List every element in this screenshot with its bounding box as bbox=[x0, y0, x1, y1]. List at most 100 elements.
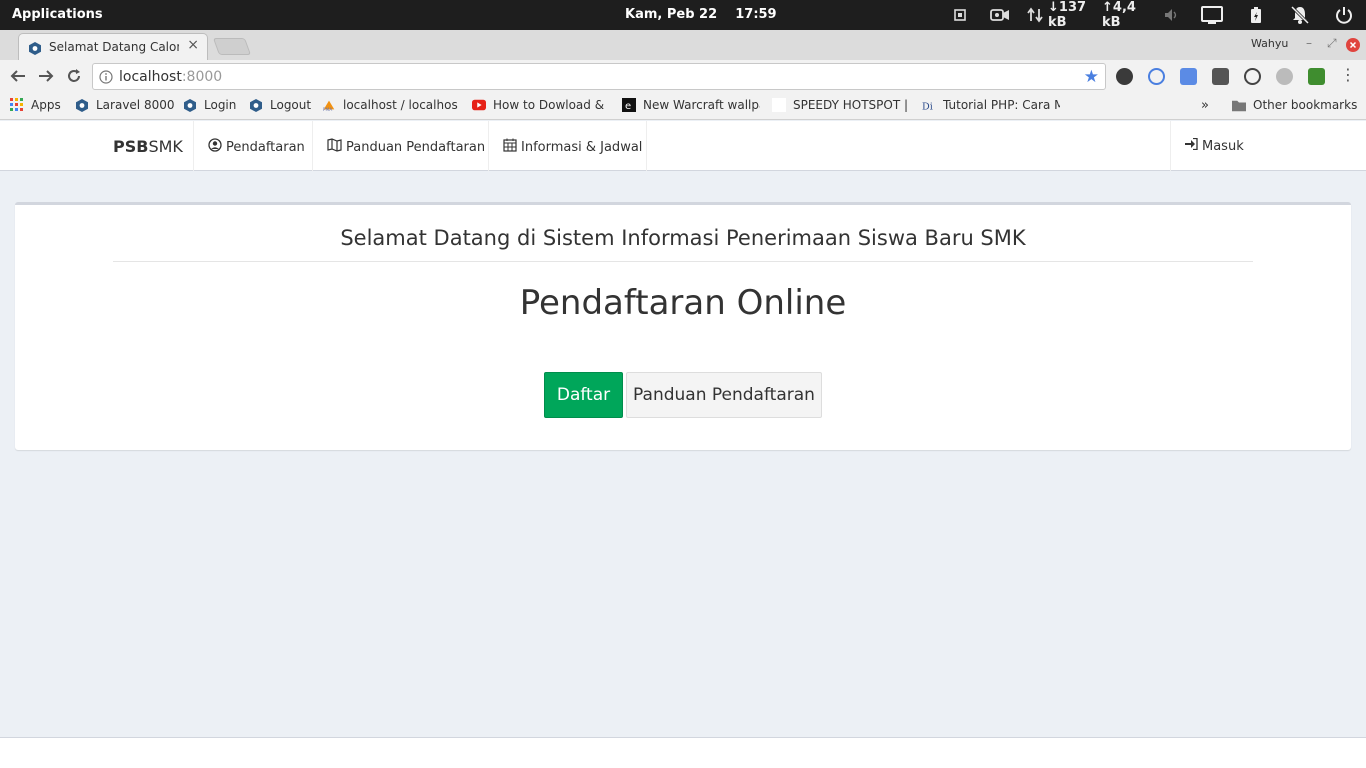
app-navbar: PSBSMK Pendaftaran Panduan Pendaftaran I… bbox=[0, 121, 1366, 171]
folder-icon bbox=[1232, 98, 1246, 112]
nav-divider bbox=[312, 121, 313, 171]
nav-divider bbox=[488, 121, 489, 171]
bookmark-label: Login bbox=[204, 98, 237, 112]
svg-text:PMA: PMA bbox=[323, 107, 332, 112]
extension-refresh-icon[interactable] bbox=[1244, 68, 1261, 85]
divider bbox=[113, 261, 1253, 262]
nav-item-label: Pendaftaran bbox=[226, 139, 305, 155]
notifications-off-icon[interactable] bbox=[1278, 0, 1322, 30]
net-up-rate: ↑4,4 kB bbox=[1102, 0, 1136, 30]
youtube-icon bbox=[472, 98, 486, 112]
bookmark-logout[interactable]: Logout bbox=[249, 98, 315, 112]
browser-toolbar: localhost:8000 ★ ⋮ bbox=[0, 60, 1366, 93]
sign-in-icon bbox=[1185, 137, 1198, 154]
brand-rest: SMK bbox=[148, 137, 183, 156]
network-updown-icon[interactable] bbox=[1022, 0, 1048, 30]
browser-tab-active[interactable]: Selamat Datang Calon S × bbox=[18, 33, 208, 60]
cpu-icon[interactable] bbox=[942, 0, 978, 30]
bookmark-label: Tutorial PHP: Cara M bbox=[943, 98, 1060, 112]
brand-logo[interactable]: PSBSMK bbox=[113, 137, 183, 156]
bookmark-label: New Warcraft wallpa bbox=[643, 98, 760, 112]
bookmark-speedy[interactable]: SPEEDY HOTSPOT | bbox=[772, 98, 910, 112]
map-icon bbox=[327, 138, 342, 156]
nav-divider bbox=[646, 121, 647, 171]
forward-arrow-icon[interactable] bbox=[36, 66, 56, 86]
back-arrow-icon[interactable] bbox=[8, 66, 28, 86]
bookmark-laravel-8000[interactable]: Laravel 8000 bbox=[75, 98, 175, 112]
apps-grid-icon bbox=[10, 98, 24, 112]
applications-menu[interactable]: Applications bbox=[12, 7, 103, 22]
bookmark-label: Laravel 8000 bbox=[96, 98, 175, 112]
e-icon: e bbox=[622, 98, 636, 112]
page-title: Pendaftaran Online bbox=[519, 283, 847, 323]
bookmark-login[interactable]: Login bbox=[183, 98, 243, 112]
bookmark-youtube[interactable]: How to Dowload & In bbox=[472, 98, 608, 112]
page-footer bbox=[0, 737, 1366, 768]
laravel-favicon-icon bbox=[29, 40, 41, 59]
extension-green-icon[interactable] bbox=[1308, 68, 1325, 85]
bookmark-tutorial-php[interactable]: Di Tutorial PHP: Cara M bbox=[922, 98, 1060, 112]
url-port: :8000 bbox=[181, 69, 223, 85]
daftar-button[interactable]: Daftar bbox=[544, 372, 623, 418]
laravel-icon bbox=[75, 98, 89, 112]
os-top-bar: Applications Kam, Peb 22 17:59 ↓137 kB ↑… bbox=[0, 0, 1366, 30]
bookmark-star-icon[interactable]: ★ bbox=[1084, 67, 1099, 87]
maximize-icon[interactable]: ⤢ bbox=[1327, 36, 1337, 51]
power-icon[interactable] bbox=[1322, 0, 1366, 30]
nav-item-label: Panduan Pendaftaran bbox=[346, 139, 486, 155]
phpmyadmin-icon: PMA bbox=[322, 98, 336, 112]
bookmark-label: How to Dowload & In bbox=[493, 98, 608, 112]
new-tab-button[interactable] bbox=[212, 38, 252, 55]
battery-icon[interactable] bbox=[1234, 0, 1278, 30]
svg-text:Di: Di bbox=[922, 101, 933, 112]
bookmark-label: SPEEDY HOTSPOT | bbox=[793, 98, 909, 112]
bookmark-apps[interactable]: Apps bbox=[10, 98, 61, 112]
bookmark-label: Logout bbox=[270, 98, 312, 112]
extension-lightbulb-icon[interactable] bbox=[1212, 68, 1229, 85]
close-window-icon[interactable] bbox=[1346, 38, 1360, 55]
chrome-menu-icon[interactable]: ⋮ bbox=[1340, 67, 1356, 85]
profile-name[interactable]: Wahyu bbox=[1251, 37, 1288, 50]
nav-item-pendaftaran[interactable]: Pendaftaran bbox=[208, 138, 305, 156]
reload-icon[interactable] bbox=[64, 66, 84, 86]
url-text[interactable]: localhost:8000 bbox=[119, 69, 222, 85]
nav-item-panduan[interactable]: Panduan Pendaftaran bbox=[327, 138, 485, 156]
nav-item-label: Informasi & Jadwal bbox=[521, 139, 643, 155]
extension-sync-icon[interactable] bbox=[1148, 68, 1165, 85]
bookmark-label: localhost / localhost bbox=[343, 98, 458, 112]
google-translate-icon[interactable] bbox=[1180, 68, 1197, 85]
welcome-box: Selamat Datang di Sistem Informasi Pener… bbox=[15, 202, 1351, 450]
bookmarks-bar: Apps Laravel 8000 Login Logout PMA local… bbox=[0, 93, 1366, 120]
laravel-icon bbox=[183, 98, 197, 112]
os-clock[interactable]: Kam, Peb 22 17:59 bbox=[625, 7, 777, 22]
tab-title: Selamat Datang Calon S bbox=[49, 40, 179, 54]
display-icon[interactable] bbox=[1190, 0, 1234, 30]
browser-tab-strip: Selamat Datang Calon S × bbox=[0, 30, 1366, 60]
di-icon: Di bbox=[922, 98, 936, 112]
welcome-heading: Selamat Datang di Sistem Informasi Pener… bbox=[340, 226, 1026, 250]
more-bookmarks-chevron[interactable]: » bbox=[1201, 98, 1209, 113]
laravel-icon bbox=[249, 98, 263, 112]
address-bar[interactable]: localhost:8000 ★ bbox=[92, 63, 1106, 90]
brand-bold: PSB bbox=[113, 137, 149, 156]
tab-close-icon[interactable]: × bbox=[187, 37, 199, 53]
extension-shield-icon[interactable] bbox=[1116, 68, 1133, 85]
extension-globe-icon[interactable] bbox=[1276, 68, 1293, 85]
blank-page-icon bbox=[772, 98, 786, 112]
panduan-button[interactable]: Panduan Pendaftaran bbox=[626, 372, 822, 418]
login-label: Masuk bbox=[1202, 138, 1244, 154]
nav-item-informasi[interactable]: Informasi & Jadwal bbox=[503, 138, 642, 156]
info-icon[interactable] bbox=[99, 69, 113, 88]
bookmark-label: Apps bbox=[31, 98, 61, 112]
login-link[interactable]: Masuk bbox=[1185, 137, 1244, 154]
volume-icon[interactable] bbox=[1154, 0, 1190, 30]
nav-divider bbox=[193, 121, 194, 171]
bookmark-phpmyadmin[interactable]: PMA localhost / localhost bbox=[322, 98, 458, 112]
minimize-icon[interactable]: – bbox=[1306, 36, 1312, 50]
system-tray: ↓137 kB ↑4,4 kB bbox=[942, 0, 1366, 30]
other-bookmarks-label: Other bookmarks bbox=[1253, 98, 1358, 112]
other-bookmarks[interactable]: Other bookmarks bbox=[1232, 98, 1357, 112]
bookmark-warcraft[interactable]: e New Warcraft wallpa bbox=[622, 98, 760, 112]
camera-icon[interactable] bbox=[978, 0, 1022, 30]
net-down-rate: ↓137 kB bbox=[1048, 0, 1087, 30]
